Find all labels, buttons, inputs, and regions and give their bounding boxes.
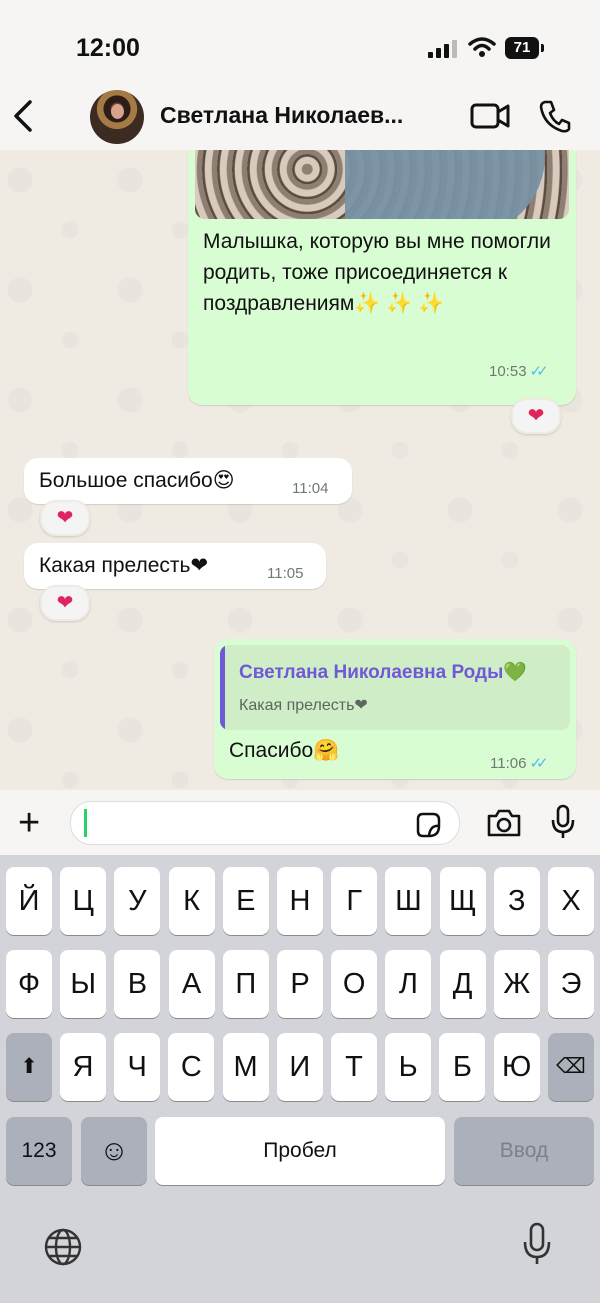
enter-key[interactable]: Ввод	[454, 1117, 594, 1185]
message-time: 11:05	[267, 565, 304, 582]
key-Ж[interactable]: Ж	[493, 950, 540, 1018]
incoming-message[interactable]: Большое спасибо😍 11:04	[24, 458, 352, 504]
chat-area[interactable]: Малышка, которую вы мне помогли родить, …	[0, 150, 600, 790]
key-А[interactable]: А	[168, 950, 215, 1018]
key-Б[interactable]: Б	[439, 1033, 486, 1101]
reaction-heart[interactable]: ❤	[511, 398, 561, 434]
camera-icon[interactable]	[486, 808, 522, 838]
message-text: Большое спасибо😍	[39, 469, 235, 492]
backspace-key[interactable]: ⌫	[548, 1033, 594, 1101]
key-П[interactable]: П	[222, 950, 269, 1018]
key-З[interactable]: З	[493, 867, 540, 935]
key-С[interactable]: С	[168, 1033, 215, 1101]
read-ticks-icon: ✓✓	[529, 363, 549, 380]
composer-bar: +	[0, 790, 600, 855]
photo-message[interactable]: Малышка, которую вы мне помогли родить, …	[188, 150, 576, 405]
message-text: Спасибо🤗	[229, 739, 340, 762]
keyboard: Й Ц У К Е Н Г Ш Щ З Х Ф Ы В А П Р О Л Д Ж Э ⬆ Я Ч С М И Т Ь Б Ю ⌫ 123 ☺ Про…	[0, 855, 600, 1303]
message-input[interactable]	[70, 801, 460, 845]
key-Ь[interactable]: Ь	[385, 1033, 432, 1101]
key-Н[interactable]: Н	[277, 867, 323, 935]
key-И[interactable]: И	[276, 1033, 323, 1101]
key-Э[interactable]: Э	[548, 950, 594, 1018]
shift-key[interactable]: ⬆	[6, 1033, 52, 1101]
phone-icon[interactable]	[539, 99, 571, 133]
key-Ц[interactable]: Ц	[60, 867, 107, 935]
key-О[interactable]: О	[331, 950, 378, 1018]
emoji-key[interactable]: ☺	[81, 1117, 147, 1185]
space-key[interactable]: Пробел	[155, 1117, 445, 1185]
key-Е[interactable]: Е	[222, 867, 269, 935]
back-icon[interactable]	[10, 98, 40, 134]
wifi-icon	[468, 37, 496, 57]
dictation-mic-icon[interactable]	[522, 1222, 552, 1266]
key-Т[interactable]: Т	[331, 1033, 377, 1101]
message-time: 11:06 ✓✓	[490, 755, 549, 772]
key-Д[interactable]: Д	[439, 950, 486, 1018]
contact-name[interactable]: Светлана Николаев...	[160, 102, 430, 129]
reply-message[interactable]: Светлана Николаевна Роды💚 Какая прелесть…	[214, 639, 576, 779]
globe-icon[interactable]	[43, 1227, 83, 1267]
quote-text: Какая прелесть❤	[239, 697, 368, 714]
key-Р[interactable]: Р	[277, 950, 323, 1018]
key-Ф[interactable]: Ф	[6, 950, 52, 1018]
key-Ш[interactable]: Ш	[385, 867, 432, 935]
reaction-heart[interactable]: ❤	[40, 500, 90, 536]
sticker-icon[interactable]	[414, 811, 442, 839]
key-Г[interactable]: Г	[331, 867, 378, 935]
text-caret	[84, 809, 87, 837]
key-У[interactable]: У	[114, 867, 161, 935]
key-К[interactable]: К	[168, 867, 215, 935]
key-Х[interactable]: Х	[548, 867, 594, 935]
top-bar: 12:00 71 Светлана Николаев...	[0, 0, 600, 150]
incoming-message[interactable]: Какая прелесть❤ 11:05	[24, 543, 326, 589]
quote-author: Светлана Николаевна Роды💚	[239, 662, 527, 683]
key-Ч[interactable]: Ч	[114, 1033, 161, 1101]
key-М[interactable]: М	[222, 1033, 269, 1101]
message-time: 10:53 ✓✓	[489, 363, 549, 380]
key-Я[interactable]: Я	[60, 1033, 106, 1101]
key-Щ[interactable]: Щ	[439, 867, 486, 935]
photo-caption: Малышка, которую вы мне помогли родить, …	[203, 230, 551, 315]
read-ticks-icon: ✓✓	[529, 755, 548, 772]
photo-thumbnail[interactable]	[195, 150, 569, 219]
status-time: 12:00	[76, 34, 140, 62]
reaction-heart[interactable]: ❤	[40, 585, 90, 621]
video-call-icon[interactable]	[470, 102, 510, 130]
key-Ю[interactable]: Ю	[493, 1033, 540, 1101]
message-text: Какая прелесть❤	[39, 554, 209, 577]
key-Л[interactable]: Л	[385, 950, 432, 1018]
quoted-message[interactable]: Светлана Николаевна Роды💚 Какая прелесть…	[220, 645, 570, 730]
key-Й[interactable]: Й	[6, 867, 52, 935]
battery-indicator: 71	[505, 37, 544, 59]
key-В[interactable]: В	[114, 950, 161, 1018]
avatar[interactable]	[90, 90, 144, 144]
numbers-key[interactable]: 123	[6, 1117, 72, 1185]
signal-icon	[428, 40, 457, 58]
microphone-icon[interactable]	[551, 804, 575, 840]
key-Ы[interactable]: Ы	[60, 950, 107, 1018]
message-time: 11:04	[292, 480, 329, 497]
plus-icon[interactable]: +	[18, 804, 40, 842]
